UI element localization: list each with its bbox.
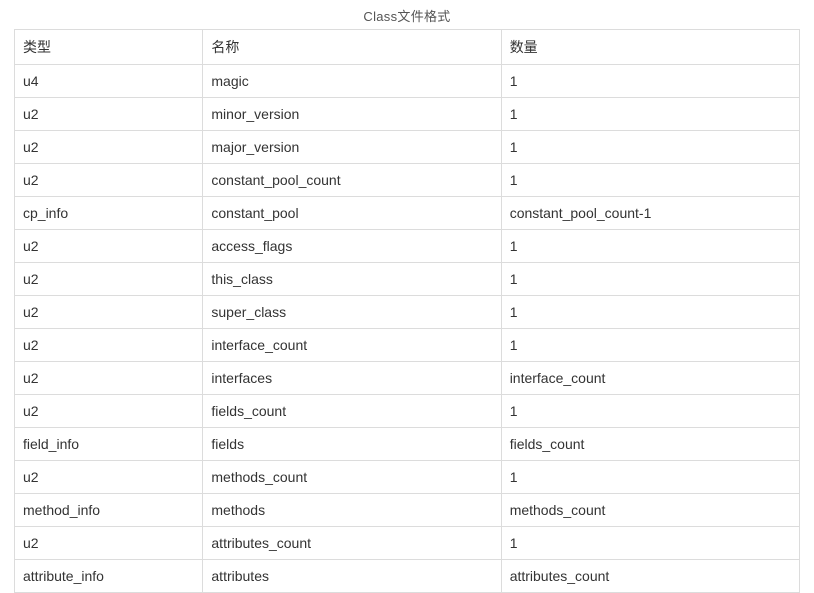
table-row: field_infofieldsfields_count [15, 428, 800, 461]
cell-type: method_info [15, 494, 203, 527]
table-row: method_infomethodsmethods_count [15, 494, 800, 527]
cell-name: constant_pool [203, 197, 501, 230]
cell-name: constant_pool_count [203, 164, 501, 197]
header-name: 名称 [203, 30, 501, 65]
cell-type: u2 [15, 461, 203, 494]
table-row: u2interfacesinterface_count [15, 362, 800, 395]
class-file-format-table: 类型 名称 数量 u4magic1u2minor_version1u2major… [14, 29, 800, 593]
cell-quantity: 1 [501, 131, 799, 164]
table-row: u2interface_count1 [15, 329, 800, 362]
cell-quantity: 1 [501, 230, 799, 263]
cell-quantity: 1 [501, 263, 799, 296]
cell-name: interfaces [203, 362, 501, 395]
table-row: u2access_flags1 [15, 230, 800, 263]
cell-name: methods [203, 494, 501, 527]
cell-name: attributes [203, 560, 501, 593]
cell-type: u4 [15, 65, 203, 98]
cell-quantity: interface_count [501, 362, 799, 395]
table-row: u2this_class1 [15, 263, 800, 296]
cell-type: attribute_info [15, 560, 203, 593]
header-quantity: 数量 [501, 30, 799, 65]
cell-name: fields [203, 428, 501, 461]
cell-quantity: 1 [501, 164, 799, 197]
cell-quantity: 1 [501, 296, 799, 329]
cell-name: access_flags [203, 230, 501, 263]
cell-type: u2 [15, 395, 203, 428]
cell-name: attributes_count [203, 527, 501, 560]
cell-name: this_class [203, 263, 501, 296]
table-row: u2super_class1 [15, 296, 800, 329]
table-header-row: 类型 名称 数量 [15, 30, 800, 65]
cell-type: u2 [15, 230, 203, 263]
cell-quantity: constant_pool_count-1 [501, 197, 799, 230]
cell-type: field_info [15, 428, 203, 461]
table-row: u2major_version1 [15, 131, 800, 164]
table-row: u2minor_version1 [15, 98, 800, 131]
cell-quantity: 1 [501, 98, 799, 131]
table-row: u2attributes_count1 [15, 527, 800, 560]
table-caption: Class文件格式 [14, 6, 800, 25]
cell-type: u2 [15, 263, 203, 296]
cell-type: u2 [15, 527, 203, 560]
table-row: u2methods_count1 [15, 461, 800, 494]
cell-type: u2 [15, 131, 203, 164]
cell-type: u2 [15, 164, 203, 197]
cell-quantity: 1 [501, 65, 799, 98]
cell-quantity: 1 [501, 395, 799, 428]
cell-type: u2 [15, 98, 203, 131]
cell-name: fields_count [203, 395, 501, 428]
cell-quantity: attributes_count [501, 560, 799, 593]
cell-quantity: 1 [501, 329, 799, 362]
cell-type: u2 [15, 329, 203, 362]
cell-name: major_version [203, 131, 501, 164]
table-row: u2fields_count1 [15, 395, 800, 428]
cell-type: u2 [15, 296, 203, 329]
cell-quantity: methods_count [501, 494, 799, 527]
cell-name: methods_count [203, 461, 501, 494]
cell-name: magic [203, 65, 501, 98]
cell-type: cp_info [15, 197, 203, 230]
cell-name: interface_count [203, 329, 501, 362]
cell-quantity: 1 [501, 461, 799, 494]
header-type: 类型 [15, 30, 203, 65]
cell-type: u2 [15, 362, 203, 395]
table-row: u4magic1 [15, 65, 800, 98]
table-row: attribute_infoattributesattributes_count [15, 560, 800, 593]
table-row: cp_infoconstant_poolconstant_pool_count-… [15, 197, 800, 230]
cell-name: super_class [203, 296, 501, 329]
cell-quantity: 1 [501, 527, 799, 560]
cell-quantity: fields_count [501, 428, 799, 461]
cell-name: minor_version [203, 98, 501, 131]
table-row: u2constant_pool_count1 [15, 164, 800, 197]
